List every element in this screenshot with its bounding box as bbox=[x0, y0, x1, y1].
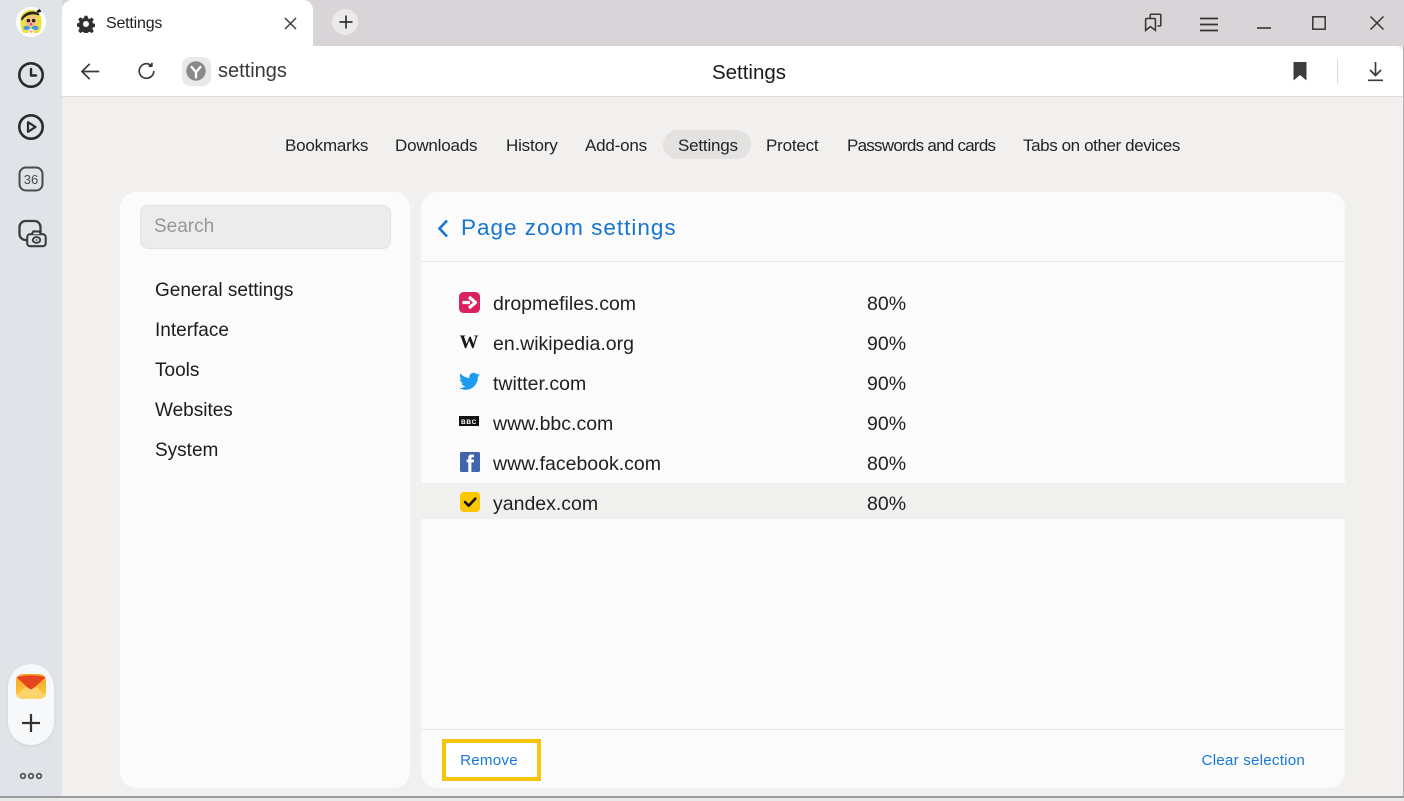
svg-text:BBC: BBC bbox=[461, 419, 477, 426]
svg-text:36: 36 bbox=[24, 172, 38, 187]
